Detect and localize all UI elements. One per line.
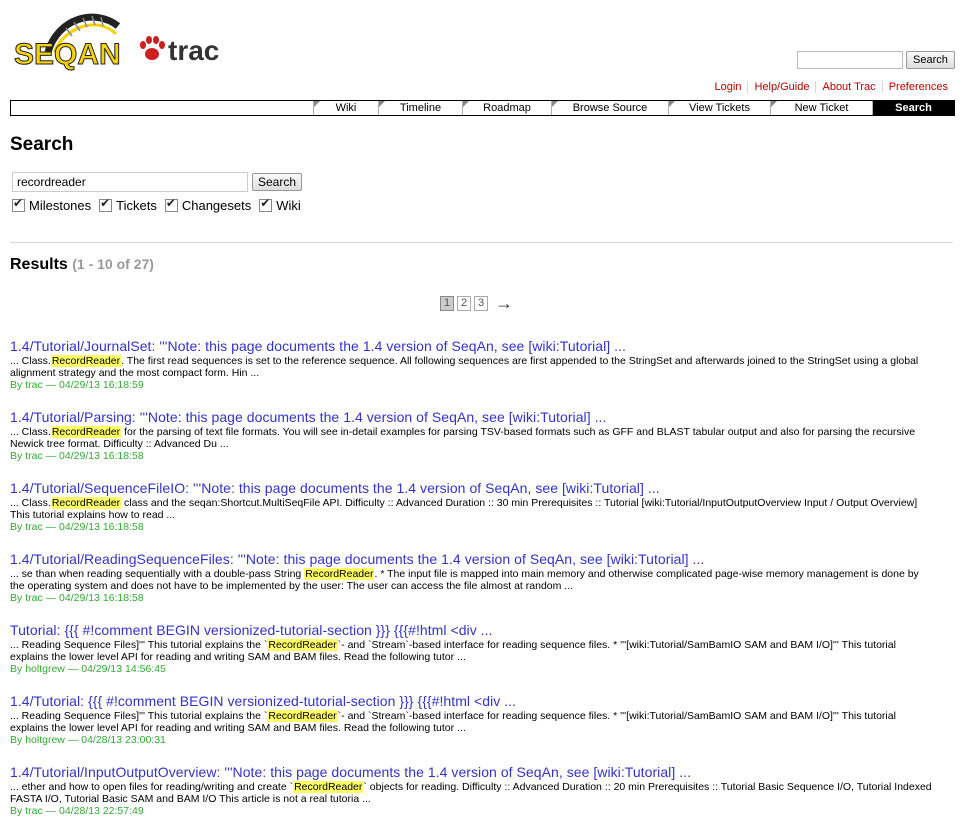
search-highlight: RecordReader bbox=[304, 568, 375, 580]
result-author: trac bbox=[25, 450, 43, 462]
tab-search[interactable]: Search bbox=[872, 101, 954, 115]
logo-text-trac: trac bbox=[168, 35, 219, 66]
result-excerpt: ... se than when reading sequentially wi… bbox=[10, 568, 919, 592]
search-highlight: RecordReader bbox=[50, 426, 122, 438]
tab-wiki[interactable]: Wiki bbox=[313, 101, 378, 115]
result-author: holtgrew bbox=[25, 663, 65, 675]
tab-timeline[interactable]: Timeline bbox=[378, 101, 462, 115]
tab-roadmap[interactable]: Roadmap bbox=[462, 101, 551, 115]
help-guide-link[interactable]: Help/Guide bbox=[747, 81, 815, 93]
tab-browse-source[interactable]: Browse Source bbox=[551, 101, 668, 115]
checkbox-tickets[interactable] bbox=[99, 196, 113, 212]
result-date: — 04/28/13 23:00:31 bbox=[67, 734, 166, 746]
checkbox-changesets[interactable] bbox=[164, 196, 178, 212]
metanav: Login Help/Guide About Trac Preferences bbox=[709, 81, 954, 93]
result-excerpt: ... Reading Sequence Files]''' This tuto… bbox=[10, 710, 896, 734]
divider bbox=[10, 242, 953, 243]
search-highlight: RecordReader bbox=[267, 639, 338, 651]
result-date: — 04/28/13 22:57:49 bbox=[45, 805, 144, 817]
checkbox-wiki[interactable] bbox=[259, 196, 273, 212]
search-result: Tutorial: {{{ #!comment BEGIN versionize… bbox=[10, 622, 940, 693]
result-author: trac bbox=[25, 379, 43, 391]
about-trac-link[interactable]: About Trac bbox=[815, 81, 881, 93]
search-result: 1.4/Tutorial/Parsing: '''Note: this page… bbox=[10, 409, 940, 480]
results-count: (1 - 10 of 27) bbox=[72, 256, 154, 272]
search-result: 1.4/Tutorial/SequenceFileIO: '''Note: th… bbox=[10, 480, 940, 551]
search-highlight: RecordReader bbox=[50, 497, 122, 509]
filter-label: Tickets bbox=[116, 198, 157, 213]
search-query-input[interactable] bbox=[12, 172, 248, 192]
result-excerpt: ... Class.RecordReader. The first read s… bbox=[10, 355, 919, 379]
result-excerpt: ... ether and how to open files for read… bbox=[10, 781, 932, 805]
result-title-link[interactable]: 1.4/Tutorial/JournalSet: '''Note: this p… bbox=[10, 338, 940, 355]
result-date: — 04/29/13 16:18:59 bbox=[45, 379, 144, 391]
result-meta: By trac — 04/29/13 16:18:58 bbox=[10, 450, 144, 462]
tab-view-tickets[interactable]: View Tickets bbox=[668, 101, 770, 115]
pager: 1 2 3 → bbox=[440, 294, 513, 312]
page-3[interactable]: 3 bbox=[474, 296, 488, 311]
filter-label: Wiki bbox=[276, 198, 301, 213]
filter-milestones[interactable]: Milestones bbox=[12, 196, 92, 213]
result-date: — 04/29/13 16:18:58 bbox=[45, 450, 144, 462]
main-nav: Wiki Timeline Roadmap Browse Source View… bbox=[10, 100, 955, 116]
result-date: — 04/29/13 16:18:58 bbox=[45, 592, 144, 604]
result-meta: By trac — 04/29/13 16:18:58 bbox=[10, 592, 144, 604]
filter-tickets[interactable]: Tickets bbox=[99, 196, 157, 213]
result-title-link[interactable]: 1.4/Tutorial/InputOutputOverview: '''Not… bbox=[10, 764, 940, 781]
search-result: 1.4/Tutorial: {{{ #!comment BEGIN versio… bbox=[10, 693, 940, 764]
result-author: trac bbox=[25, 805, 43, 817]
results-list: 1.4/Tutorial/JournalSet: '''Note: this p… bbox=[10, 338, 940, 835]
result-date: — 04/29/13 16:18:58 bbox=[45, 521, 144, 533]
paw-icon bbox=[140, 36, 165, 60]
preferences-link[interactable]: Preferences bbox=[881, 81, 954, 93]
result-title-link[interactable]: Tutorial: {{{ #!comment BEGIN versionize… bbox=[10, 622, 940, 639]
checkbox-milestones[interactable] bbox=[12, 196, 25, 212]
result-excerpt: ... Reading Sequence Files]''' This tuto… bbox=[10, 639, 896, 663]
top-search-input[interactable] bbox=[797, 51, 903, 69]
search-highlight: RecordReader bbox=[50, 355, 122, 367]
login-link[interactable]: Login bbox=[709, 81, 748, 93]
tab-new-ticket[interactable]: New Ticket bbox=[770, 101, 872, 115]
search-result: 1.4/Tutorial/ReadingSequenceFiles: '''No… bbox=[10, 551, 940, 622]
result-excerpt: ... Class.RecordReader for the parsing o… bbox=[10, 426, 916, 450]
result-author: holtgrew bbox=[25, 734, 65, 746]
search-filters: Milestones Tickets Changesets Wiki bbox=[12, 196, 301, 213]
results-label: Results bbox=[10, 256, 68, 273]
page-2[interactable]: 2 bbox=[457, 296, 471, 311]
result-author: trac bbox=[25, 521, 43, 533]
result-title-link[interactable]: 1.4/Tutorial/Parsing: '''Note: this page… bbox=[10, 409, 940, 426]
search-highlight: RecordReader bbox=[267, 710, 338, 722]
page-title: Search bbox=[10, 134, 74, 155]
filter-label: Changesets bbox=[181, 198, 252, 213]
seqan-trac-logo[interactable]: SEQAN trac bbox=[10, 8, 240, 80]
result-date: — 04/29/13 14:56:45 bbox=[67, 663, 166, 675]
result-meta: By trac — 04/29/13 16:18:59 bbox=[10, 379, 144, 391]
results-heading: Results (1 - 10 of 27) bbox=[10, 256, 154, 274]
result-meta: By holtgrew — 04/29/13 14:56:45 bbox=[10, 663, 166, 675]
page-1[interactable]: 1 bbox=[440, 296, 454, 311]
filter-changesets[interactable]: Changesets bbox=[164, 196, 252, 213]
logo-text-seqan: SEQAN bbox=[14, 38, 121, 71]
result-title-link[interactable]: 1.4/Tutorial: {{{ #!comment BEGIN versio… bbox=[10, 693, 940, 710]
search-button[interactable]: Search bbox=[252, 173, 303, 191]
result-title-link[interactable]: 1.4/Tutorial/ReadingSequenceFiles: '''No… bbox=[10, 551, 940, 568]
result-title-link[interactable]: 1.4/Tutorial/SequenceFileIO: '''Note: th… bbox=[10, 480, 940, 497]
search-result: 1.4/Tutorial/JournalSet: '''Note: this p… bbox=[10, 338, 940, 409]
result-meta: By holtgrew — 04/28/13 23:00:31 bbox=[10, 734, 166, 746]
search-result: 1.4/Tutorial/InputOutputOverview: '''Not… bbox=[10, 764, 940, 835]
search-highlight: RecordReader bbox=[293, 781, 364, 793]
filter-label: Milestones bbox=[29, 198, 92, 213]
result-excerpt: ... Class.RecordReader class and the seq… bbox=[10, 497, 918, 521]
next-page-arrow-icon[interactable]: → bbox=[495, 294, 513, 312]
result-author: trac bbox=[25, 592, 43, 604]
filter-wiki[interactable]: Wiki bbox=[259, 196, 301, 213]
result-meta: By trac — 04/29/13 16:18:58 bbox=[10, 521, 144, 533]
top-search-button[interactable]: Search bbox=[906, 51, 955, 69]
